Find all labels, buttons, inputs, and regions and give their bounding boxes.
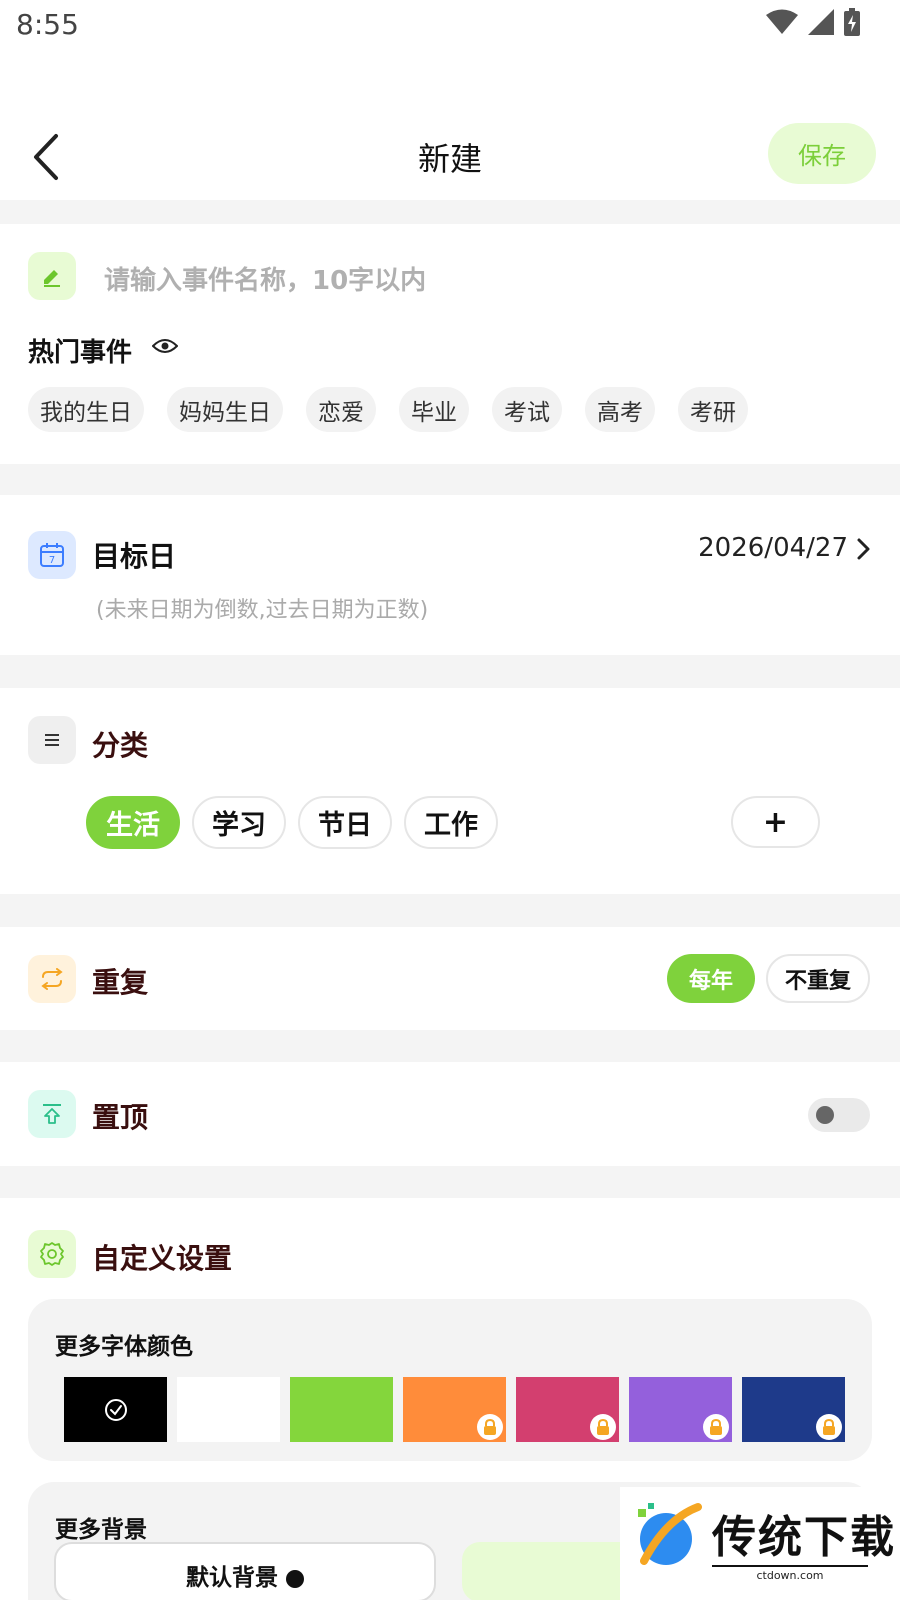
check-badge-icon bbox=[286, 1569, 304, 1588]
battery-charging-icon bbox=[844, 8, 860, 36]
lock-icon bbox=[816, 1414, 842, 1440]
chevron-right-icon bbox=[856, 537, 872, 565]
status-time: 8:55 bbox=[16, 8, 79, 41]
signal-icon bbox=[808, 9, 834, 35]
lock-icon bbox=[477, 1414, 503, 1440]
font-color-panel: 更多字体颜色 bbox=[28, 1299, 872, 1461]
repeat-none-option[interactable]: 不重复 bbox=[766, 954, 870, 1003]
color-swatch-white[interactable] bbox=[177, 1377, 280, 1442]
hot-event-chip[interactable]: 考研 bbox=[678, 387, 748, 432]
custom-settings-title: 自定义设置 bbox=[92, 1242, 233, 1275]
watermark-url: ctdown.com bbox=[712, 1565, 868, 1582]
page-title: 新建 bbox=[417, 140, 482, 178]
check-circle-icon bbox=[64, 1377, 167, 1442]
settings-icon-badge bbox=[28, 1230, 76, 1278]
font-color-swatches bbox=[64, 1377, 845, 1442]
color-swatch-pink[interactable] bbox=[516, 1377, 619, 1442]
repeat-title: 重复 bbox=[92, 966, 149, 999]
lock-icon bbox=[703, 1414, 729, 1440]
pin-card: 置顶 bbox=[0, 1062, 900, 1166]
status-icons bbox=[766, 8, 860, 36]
status-bar: 8:55 bbox=[0, 0, 900, 52]
watermark: 传统下载 ctdown.com bbox=[620, 1487, 900, 1600]
category-pill-holiday[interactable]: 节日 bbox=[298, 796, 392, 849]
target-date-value[interactable]: 2026/04/27 bbox=[698, 533, 848, 563]
target-date-label: 目标日 bbox=[92, 540, 177, 573]
nav-bar: 新建 保存 bbox=[0, 52, 900, 200]
gear-icon bbox=[40, 1242, 64, 1266]
hot-events-list: 我的生日 妈妈生日 恋爱 毕业 考试 高考 考研 bbox=[28, 387, 748, 432]
save-button[interactable]: 保存 bbox=[768, 123, 876, 184]
category-pill-work[interactable]: 工作 bbox=[404, 796, 498, 849]
target-date-hint: (未来日期为倒数,过去日期为正数) bbox=[96, 598, 429, 623]
color-swatch-orange[interactable] bbox=[403, 1377, 506, 1442]
repeat-card: 重复 每年 不重复 bbox=[0, 927, 900, 1030]
category-pill-study[interactable]: 学习 bbox=[192, 796, 286, 849]
event-name-input[interactable]: 请输入事件名称，10字以内 bbox=[104, 260, 426, 297]
edit-icon-badge bbox=[28, 252, 76, 300]
pin-title: 置顶 bbox=[92, 1101, 149, 1134]
calendar-icon-badge: 7 bbox=[28, 531, 76, 579]
target-date-row[interactable]: 7 目标日 2026/04/27 (未来日期为倒数,过去日期为正数) bbox=[0, 495, 900, 655]
watermark-brand: 传统下载 bbox=[712, 1512, 896, 1563]
default-background-option[interactable]: 默认背景 bbox=[54, 1542, 436, 1600]
font-color-title: 更多字体颜色 bbox=[55, 1334, 193, 1360]
repeat-icon bbox=[41, 968, 63, 990]
watermark-logo bbox=[638, 1503, 702, 1565]
add-category-button[interactable]: + bbox=[731, 796, 820, 848]
color-swatch-purple[interactable] bbox=[629, 1377, 732, 1442]
calendar-icon: 7 bbox=[40, 543, 64, 567]
pencil-icon bbox=[44, 270, 60, 287]
category-pill-life[interactable]: 生活 bbox=[86, 796, 180, 849]
hot-events-title: 热门事件 bbox=[28, 338, 133, 368]
color-swatch-navy[interactable] bbox=[742, 1377, 845, 1442]
background-title: 更多背景 bbox=[55, 1517, 147, 1543]
menu-list-icon bbox=[45, 734, 59, 746]
hot-event-chip[interactable]: 恋爱 bbox=[306, 387, 376, 432]
svg-text:7: 7 bbox=[49, 555, 55, 566]
wifi-icon bbox=[766, 9, 798, 34]
lock-icon bbox=[590, 1414, 616, 1440]
hot-event-chip[interactable]: 毕业 bbox=[399, 387, 469, 432]
hot-event-chip[interactable]: 妈妈生日 bbox=[167, 387, 283, 432]
hot-event-chip[interactable]: 考试 bbox=[492, 387, 562, 432]
color-swatch-green[interactable] bbox=[290, 1377, 393, 1442]
category-list: 生活 学习 节日 工作 bbox=[86, 796, 498, 849]
hot-event-chip[interactable]: 我的生日 bbox=[28, 387, 144, 432]
eye-icon[interactable] bbox=[151, 337, 179, 359]
repeat-icon-badge bbox=[28, 955, 76, 1003]
event-name-card: 请输入事件名称，10字以内 热门事件 我的生日 妈妈生日 恋爱 毕业 考试 高考… bbox=[0, 224, 900, 464]
pin-icon-badge bbox=[28, 1090, 76, 1138]
pin-top-icon bbox=[43, 1104, 61, 1124]
category-card: 分类 生活 学习 节日 工作 + bbox=[0, 688, 900, 894]
default-background-label: 默认背景 bbox=[56, 1558, 434, 1592]
pin-toggle[interactable] bbox=[808, 1098, 870, 1132]
color-swatch-black[interactable] bbox=[64, 1377, 167, 1442]
list-icon-badge bbox=[28, 716, 76, 764]
repeat-yearly-option[interactable]: 每年 bbox=[667, 954, 755, 1003]
category-title: 分类 bbox=[92, 729, 149, 762]
hot-event-chip[interactable]: 高考 bbox=[585, 387, 655, 432]
toggle-knob bbox=[816, 1106, 834, 1124]
